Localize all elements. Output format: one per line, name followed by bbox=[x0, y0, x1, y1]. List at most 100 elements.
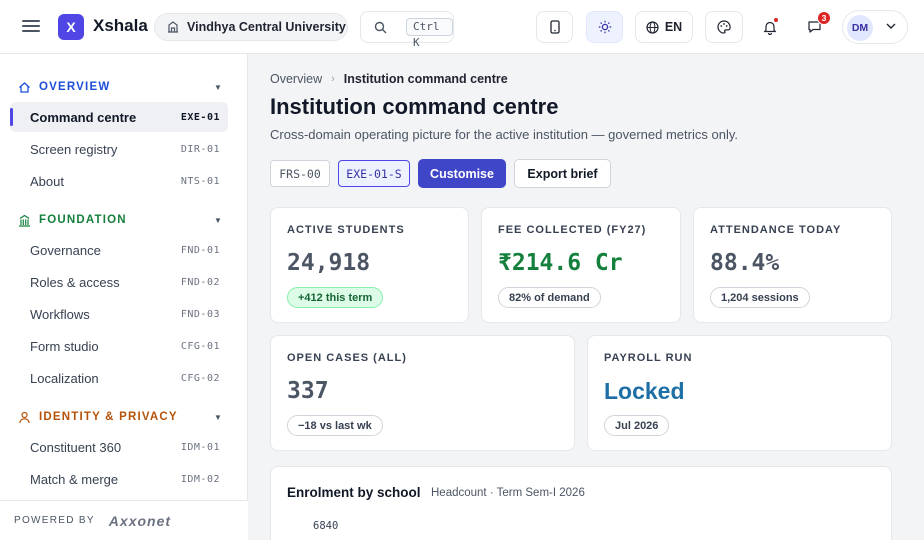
palette-button[interactable] bbox=[705, 11, 743, 43]
sidebar-item-code: IDM-02 bbox=[180, 473, 220, 485]
sidebar-item-workflows[interactable]: Workflows FND-03 bbox=[10, 299, 228, 329]
kpi-label: ACTIVE STUDENTS bbox=[287, 224, 405, 236]
app-brand: Xshala bbox=[93, 16, 148, 35]
notifications-button[interactable] bbox=[756, 13, 784, 41]
person-icon bbox=[19, 411, 30, 423]
breadcrumb: Overview › Institution command centre bbox=[270, 72, 508, 86]
caret-down-icon[interactable]: ▼ bbox=[214, 216, 222, 225]
search-shortcut: Ctrl K bbox=[406, 18, 453, 49]
chevron-down-icon bbox=[886, 23, 896, 29]
sidebar-item-about[interactable]: About NTS-01 bbox=[10, 166, 228, 196]
sidebar-item-label: Match & merge bbox=[30, 471, 119, 487]
kpi-value: Locked bbox=[604, 378, 685, 404]
sidebar-item-label: Localization bbox=[30, 370, 99, 386]
kpi-note-badge: Jul 2026 bbox=[604, 415, 670, 436]
caret-down-icon[interactable]: ▼ bbox=[214, 413, 222, 422]
sidebar-item-code: CFG-01 bbox=[180, 340, 220, 352]
globe-icon bbox=[646, 20, 659, 34]
kpi-card-fee-collected[interactable]: FEE COLLECTED (FY27) ₹214.6 Cr 82% of de… bbox=[481, 207, 681, 323]
app-logo: X bbox=[58, 14, 84, 40]
kpi-card-open-cases[interactable]: OPEN CASES (ALL) 337 −18 vs last wk bbox=[270, 335, 575, 451]
mobile-view-button[interactable] bbox=[536, 11, 573, 43]
section-title: FOUNDATION bbox=[39, 214, 127, 226]
sidebar-item-code: NTS-01 bbox=[180, 175, 220, 187]
sidebar-item-label: Roles & access bbox=[30, 274, 120, 290]
vendor-logo: Axxonet bbox=[108, 512, 172, 529]
chart-subtitle: Headcount · Term Sem-I 2026 bbox=[431, 487, 585, 499]
export-brief-button[interactable]: Export brief bbox=[514, 159, 611, 188]
institution-switcher[interactable]: Vindhya Central University bbox=[154, 13, 348, 41]
sidebar-section-foundation[interactable]: FOUNDATION bbox=[18, 212, 127, 228]
customise-button[interactable]: Customise bbox=[418, 159, 506, 188]
caret-down-icon[interactable]: ▼ bbox=[214, 83, 222, 92]
sidebar-item-form-studio[interactable]: Form studio CFG-01 bbox=[10, 331, 228, 361]
messages-button[interactable]: 3 bbox=[800, 11, 831, 41]
sidebar-item-screen-registry[interactable]: Screen registry DIR-01 bbox=[10, 134, 228, 164]
sidebar-item-roles-access[interactable]: Roles & access FND-02 bbox=[10, 267, 228, 297]
sidebar-item-command-centre[interactable]: Command centre EXE-01 bbox=[10, 102, 228, 132]
section-title: IDENTITY & PRIVACY bbox=[39, 411, 178, 423]
sidebar-item-code: EXE-01 bbox=[180, 111, 220, 123]
kpi-card-active-students[interactable]: ACTIVE STUDENTS 24,918 +412 this term bbox=[270, 207, 469, 323]
kpi-value: ₹214.6 Cr bbox=[498, 250, 623, 276]
sidebar-item-code: IDM-01 bbox=[180, 441, 220, 453]
sidebar-item-match-merge[interactable]: Match & merge IDM-02 bbox=[10, 464, 228, 494]
building-icon bbox=[19, 214, 30, 227]
kpi-trend-badge: +412 this term bbox=[287, 287, 384, 308]
avatar: DM bbox=[847, 15, 873, 41]
chevron-right-icon: › bbox=[331, 73, 335, 85]
sidebar: OVERVIEW ▼ Command centre EXE-01 Screen … bbox=[0, 54, 248, 540]
kpi-label: PAYROLL RUN bbox=[604, 352, 693, 364]
menu-icon[interactable] bbox=[22, 17, 40, 35]
sidebar-section-overview[interactable]: OVERVIEW bbox=[18, 79, 110, 95]
sidebar-item-code: FND-01 bbox=[180, 244, 220, 256]
kpi-note-badge: 1,204 sessions bbox=[710, 287, 810, 308]
sidebar-item-label: Form studio bbox=[30, 338, 99, 354]
sidebar-section-identity-privacy[interactable]: IDENTITY & PRIVACY bbox=[18, 409, 178, 425]
powered-by-footer: POWERED BY Axxonet bbox=[0, 500, 248, 540]
enrolment-chart-card: Enrolment by school Headcount · Term Sem… bbox=[270, 466, 892, 540]
breadcrumb-current: Institution command centre bbox=[343, 72, 508, 86]
kpi-value: 88.4% bbox=[710, 250, 780, 276]
chart-title: Enrolment by school bbox=[287, 485, 421, 500]
screen-code-chip-selected[interactable]: EXE-01-S bbox=[338, 160, 410, 187]
kpi-label: OPEN CASES (ALL) bbox=[287, 352, 407, 364]
page-title: Institution command centre bbox=[270, 94, 559, 119]
screen-code-chip[interactable]: FRS-00 bbox=[270, 160, 330, 187]
sidebar-item-label: Governance bbox=[30, 242, 101, 258]
theme-toggle[interactable] bbox=[586, 11, 623, 43]
sun-icon bbox=[598, 20, 611, 34]
search-button[interactable]: Ctrl K bbox=[360, 11, 454, 49]
kpi-trend-badge: −18 vs last wk bbox=[287, 415, 383, 436]
kpi-value: 24,918 bbox=[287, 250, 371, 276]
sidebar-item-localization[interactable]: Localization CFG-02 bbox=[10, 363, 228, 393]
kpi-note-badge: 82% of demand bbox=[498, 287, 601, 308]
section-title: OVERVIEW bbox=[39, 81, 111, 93]
top-bar: X Xshala Vindhya Central University Ctrl… bbox=[0, 0, 924, 54]
page-subtitle: Cross-domain operating picture for the a… bbox=[270, 127, 738, 142]
language-switcher[interactable]: EN bbox=[635, 11, 693, 43]
language-label: EN bbox=[664, 20, 683, 34]
kpi-label: ATTENDANCE TODAY bbox=[710, 224, 842, 236]
sidebar-item-constituent-360[interactable]: Constituent 360 IDM-01 bbox=[10, 432, 228, 462]
sidebar-item-governance[interactable]: Governance FND-01 bbox=[10, 235, 228, 265]
sidebar-item-code: DIR-01 bbox=[180, 143, 220, 155]
home-icon bbox=[19, 81, 30, 93]
sidebar-item-label: Constituent 360 bbox=[30, 439, 122, 455]
institution-name: Vindhya Central University bbox=[187, 20, 346, 34]
kpi-value: 337 bbox=[287, 378, 329, 404]
kpi-label: FEE COLLECTED (FY27) bbox=[498, 224, 647, 236]
sidebar-item-code: FND-03 bbox=[180, 308, 220, 320]
messages-badge: 3 bbox=[817, 11, 831, 25]
search-icon bbox=[374, 21, 387, 34]
palette-icon bbox=[717, 20, 731, 34]
breadcrumb-link-overview[interactable]: Overview bbox=[270, 72, 322, 86]
kpi-card-payroll-run[interactable]: PAYROLL RUN Locked Jul 2026 bbox=[587, 335, 892, 451]
sidebar-item-code: CFG-02 bbox=[180, 372, 220, 384]
sidebar-item-label: Workflows bbox=[30, 306, 90, 322]
sidebar-item-code: FND-02 bbox=[180, 276, 220, 288]
sidebar-item-label: Command centre bbox=[30, 109, 137, 125]
sidebar-item-label: Screen registry bbox=[30, 141, 118, 157]
kpi-card-attendance[interactable]: ATTENDANCE TODAY 88.4% 1,204 sessions bbox=[693, 207, 892, 323]
user-menu[interactable]: DM bbox=[842, 10, 908, 44]
